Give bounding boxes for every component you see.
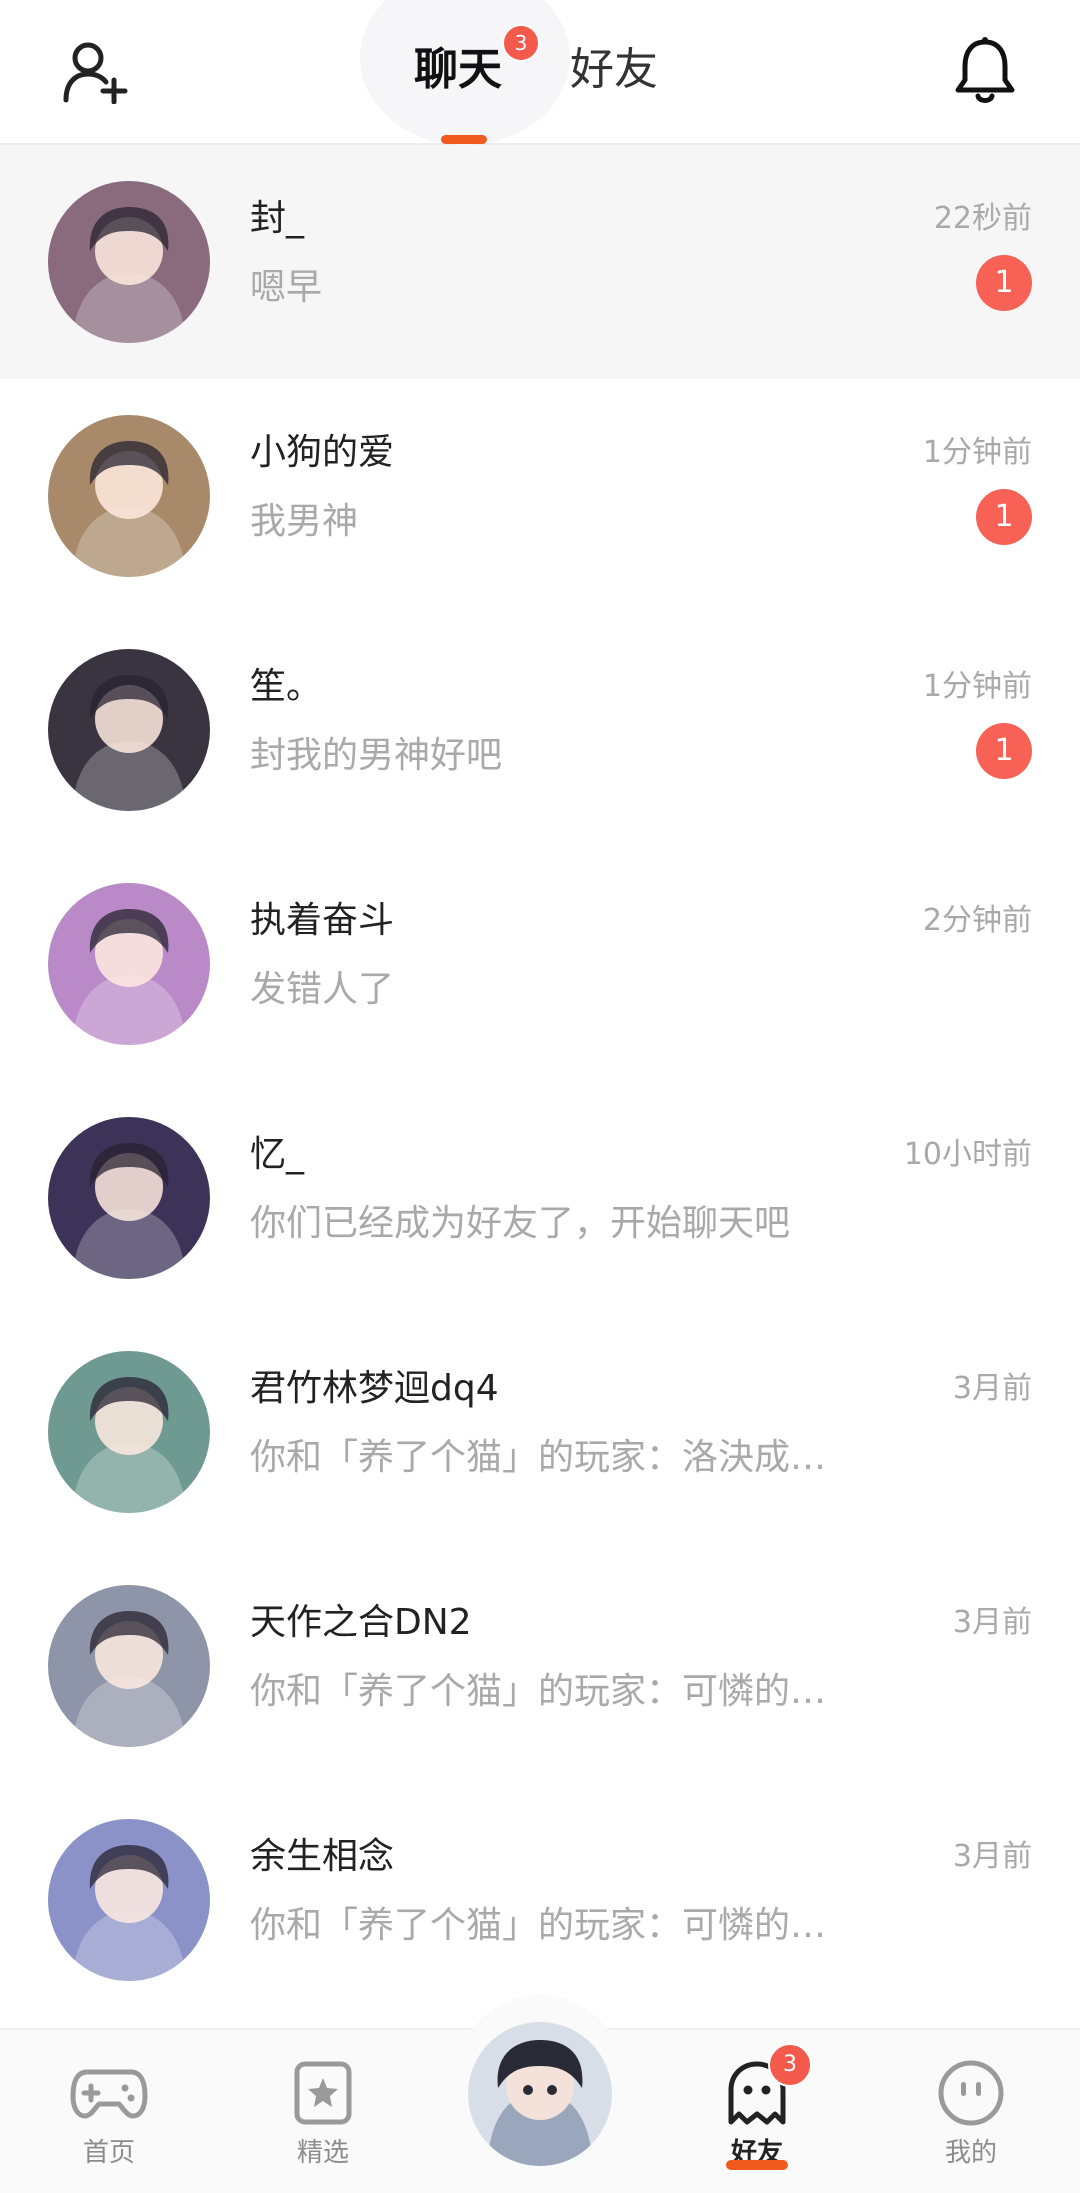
gamepad-icon	[70, 2069, 148, 2119]
active-nav-indicator	[726, 2160, 788, 2170]
conversation-row[interactable]: 小狗的爱我男神 1分钟前 1	[0, 379, 1080, 613]
contact-name: 天作之合DN2	[250, 1602, 472, 1643]
conversation-row[interactable]: 余生相念你和「养了个猫」的玩家：可憐的… 3月前	[0, 1783, 1080, 2017]
avatar[interactable]	[48, 649, 210, 811]
message-timestamp: 10小时前	[903, 1137, 1032, 1172]
add-user-icon[interactable]	[62, 40, 132, 104]
unread-count-badge: 1	[976, 255, 1032, 311]
contact-name: 笙。	[250, 666, 323, 707]
message-preview: 我男神	[250, 501, 359, 542]
message-timestamp: 2分钟前	[922, 903, 1032, 938]
unread-count-badge: 1	[976, 489, 1032, 545]
message-preview: 你和「养了个猫」的玩家：可憐的…	[250, 1905, 827, 1946]
nav-featured-label: 精选	[296, 2138, 349, 2168]
nav-profile[interactable]: 我的	[916, 2058, 1026, 2169]
message-timestamp: 1分钟前	[922, 435, 1032, 470]
message-preview: 你和「养了个猫」的玩家：洛決成…	[250, 1437, 827, 1478]
message-preview: 你们已经成为好友了，开始聊天吧	[250, 1203, 791, 1244]
message-preview: 你和「养了个猫」的玩家：可憐的…	[250, 1671, 827, 1712]
unread-count-badge: 1	[976, 723, 1032, 779]
nav-profile-label: 我的	[944, 2138, 997, 2168]
friends-nav-badge: 3	[768, 2043, 812, 2087]
chat-tab-badge: 3	[502, 24, 540, 62]
tab-friends[interactable]: 好友	[570, 40, 658, 100]
tab-chat[interactable]: 聊天	[414, 40, 502, 100]
message-timestamp: 3月前	[952, 1371, 1032, 1406]
active-tab-indicator	[441, 135, 487, 144]
conversation-row[interactable]: 天作之合DN2 你和「养了个猫」的玩家：可憐的… 3月前	[0, 1549, 1080, 1783]
avatar[interactable]	[48, 1819, 210, 1981]
nav-home-label: 首页	[82, 2138, 135, 2168]
contact-name: 忆_	[250, 1134, 305, 1175]
message-preview: 封我的男神好吧	[250, 735, 503, 776]
conversation-row[interactable]: 笙。封我的男神好吧 1分钟前 1	[0, 613, 1080, 847]
top-bar: 聊天 3 好友	[0, 0, 1080, 145]
avatar[interactable]	[48, 883, 210, 1045]
message-timestamp: 3月前	[952, 1605, 1032, 1640]
avatar[interactable]	[48, 415, 210, 577]
center-avatar-button[interactable]	[468, 2022, 612, 2166]
conversation-row[interactable]: 忆_ 你们已经成为好友了，开始聊天吧 10小时前	[0, 1081, 1080, 1315]
conversation-row[interactable]: 封_ 嗯早 22秒前 1	[0, 145, 1080, 379]
star-bookmark-icon	[294, 2061, 352, 2125]
contact-name: 封_	[250, 198, 305, 239]
contact-name: 余生相念	[250, 1836, 395, 1877]
avatar[interactable]	[48, 1117, 210, 1279]
conversation-row[interactable]: 执着奋斗发错人了 2分钟前	[0, 847, 1080, 1081]
nav-home[interactable]: 首页	[54, 2058, 164, 2169]
contact-name: 君竹林梦迴dq4	[250, 1368, 499, 1409]
avatar	[468, 2022, 612, 2166]
message-preview: 嗯早	[250, 267, 323, 308]
message-timestamp: 1分钟前	[922, 669, 1032, 704]
conversation-row[interactable]: 君竹林梦迴dq4 你和「养了个猫」的玩家：洛決成… 3月前	[0, 1315, 1080, 1549]
bell-icon[interactable]	[952, 36, 1018, 106]
message-timestamp: 3月前	[952, 1839, 1032, 1874]
avatar[interactable]	[48, 1351, 210, 1513]
smiley-face-icon	[938, 2060, 1004, 2126]
avatar[interactable]	[48, 181, 210, 343]
nav-featured[interactable]: 精选	[268, 2058, 378, 2169]
message-preview: 发错人了	[250, 969, 395, 1010]
contact-name: 小狗的爱	[250, 432, 395, 473]
avatar[interactable]	[48, 1585, 210, 1747]
contact-name: 执着奋斗	[250, 900, 395, 941]
message-timestamp: 22秒前	[933, 201, 1032, 236]
